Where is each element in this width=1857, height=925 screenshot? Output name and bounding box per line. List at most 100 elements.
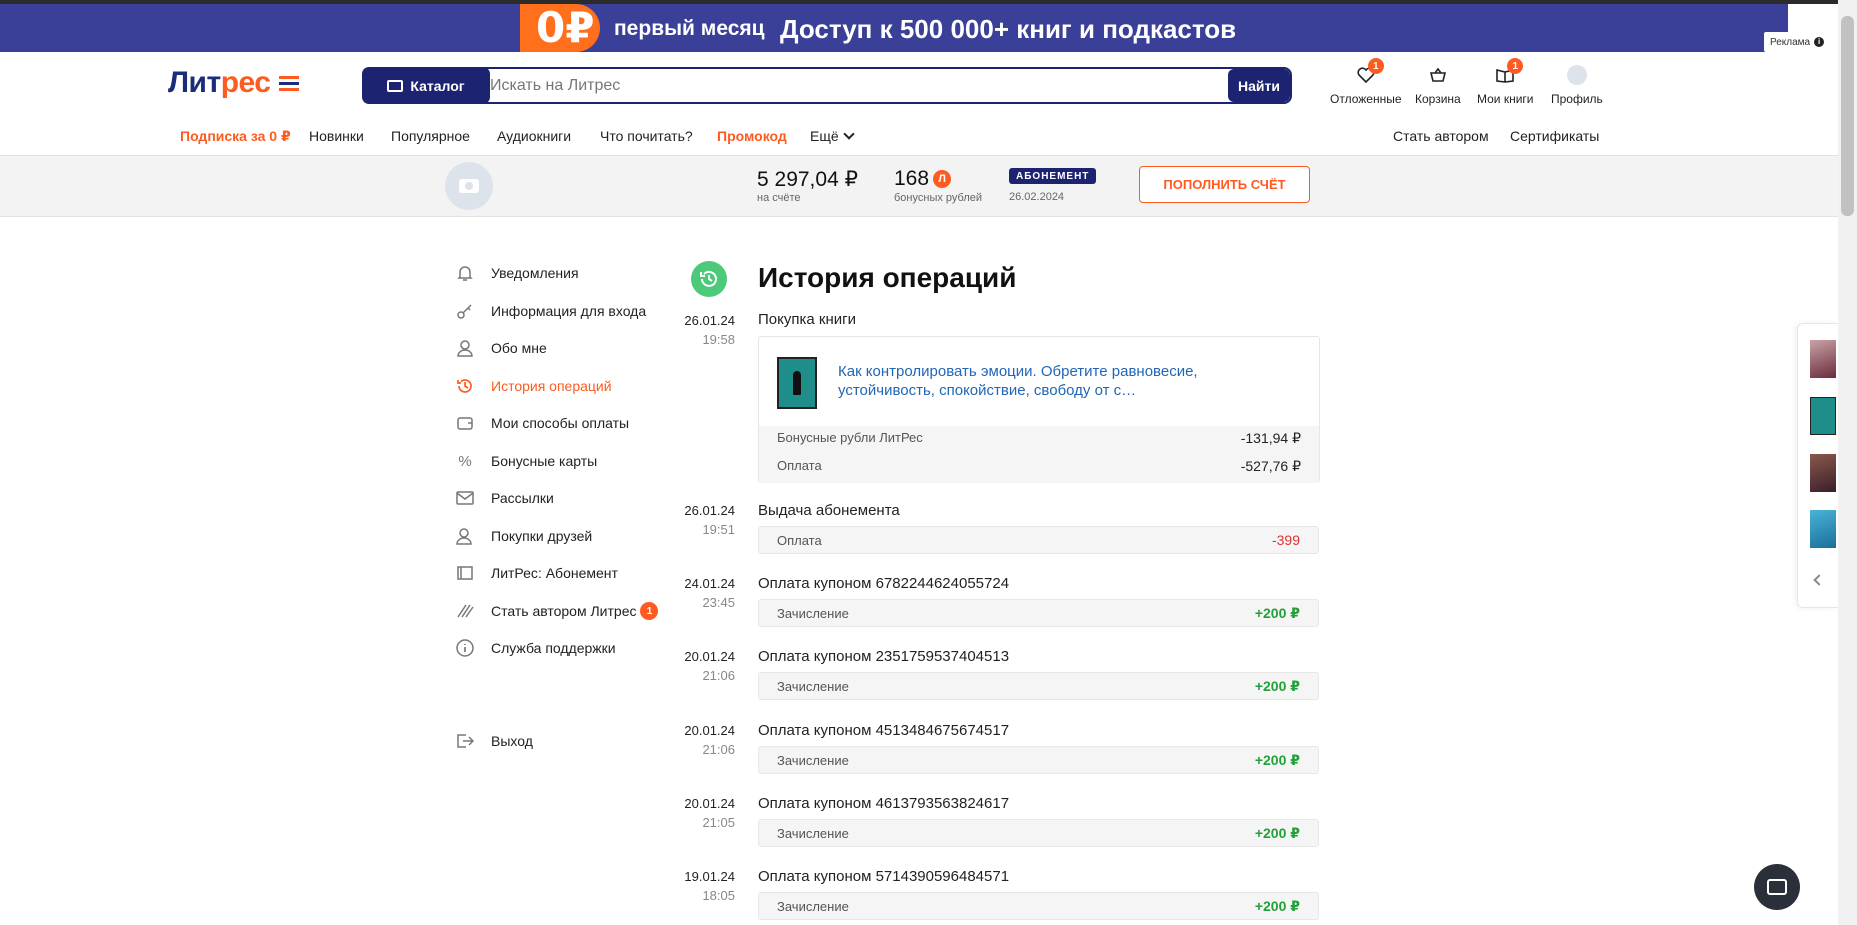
envelope-icon [455, 489, 475, 507]
catalog-button[interactable]: Каталог [362, 67, 490, 104]
logo-text-accent: рес [220, 66, 271, 99]
menu-item-support[interactable]: Служба поддержки [455, 637, 675, 659]
operation-row: Зачисление +200 ₽ [758, 819, 1319, 847]
nav-certificates[interactable]: Сертификаты [1510, 128, 1599, 144]
recent-book-thumb[interactable] [1810, 397, 1836, 435]
favorites-button[interactable]: 1 Отложенные [1330, 58, 1402, 106]
operation-row: Зачисление +200 ₽ [758, 892, 1319, 920]
history-icon [455, 377, 475, 395]
recent-book-thumb[interactable] [1810, 454, 1836, 492]
operation-title: Оплата купоном 4513484675674517 [758, 722, 1010, 739]
user-avatar[interactable] [445, 162, 493, 210]
book-title-link[interactable]: Как контролировать эмоции. Обретите равн… [838, 362, 1258, 400]
logout-icon [455, 732, 475, 750]
catalog-label: Каталог [410, 77, 465, 94]
favorites-badge: 1 [1367, 58, 1384, 74]
nav-more[interactable]: Ещё [810, 128, 853, 144]
nav-new[interactable]: Новинки [309, 128, 364, 144]
purchase-details: Бонусные рубли ЛитРес -131,94 ₽ Оплата -… [759, 426, 1319, 483]
heart-icon: 1 [1354, 58, 1384, 86]
nav-become-author[interactable]: Стать автором [1393, 128, 1489, 144]
nav-audiobooks[interactable]: Аудиокниги [497, 128, 571, 144]
ad-price: 0₽ [536, 4, 595, 52]
my-books-badge: 1 [1507, 58, 1524, 74]
my-books-button[interactable]: 1 Мои книги [1477, 58, 1534, 106]
book-cover[interactable] [777, 357, 817, 409]
bell-icon [455, 264, 475, 282]
ad-label[interactable]: Реклама i [1764, 32, 1831, 52]
logout-button[interactable]: Выход [455, 730, 675, 752]
top-up-button[interactable]: ПОПОЛНИТЬ СЧЁТ [1139, 166, 1310, 203]
ad-subtitle: первый месяц [614, 17, 765, 40]
menu-item-label: Стать автором Литрес [491, 603, 637, 619]
scrollbar-thumb[interactable] [1841, 16, 1854, 216]
subscription-badge[interactable]: АБОНЕМЕНТ [1009, 168, 1097, 184]
nav-subscription[interactable]: Подписка за 0 ₽ [180, 128, 291, 145]
bonus-ruble-icon: Л [933, 170, 952, 188]
nav-what-to-read[interactable]: Что почитать? [600, 128, 693, 144]
menu-item-mailings[interactable]: Рассылки [455, 487, 675, 509]
friends-icon [455, 527, 475, 545]
menu-item-history[interactable]: История операций [455, 375, 675, 397]
main-nav: Подписка за 0 ₽ Новинки Популярное Аудио… [0, 128, 1838, 152]
operation-date: 26.01.24 [684, 503, 735, 518]
book-icon: 1 [1493, 58, 1524, 86]
menu-item-subscription[interactable]: ЛитРес: Абонемент [455, 562, 675, 584]
recent-book-thumb[interactable] [1810, 510, 1836, 548]
operation-date: 24.01.24 [684, 576, 735, 591]
info-icon[interactable]: i [1814, 37, 1825, 47]
operation-row: Зачисление +200 ₽ [758, 599, 1319, 627]
cart-button[interactable]: Корзина [1415, 64, 1461, 106]
bonus-amount: 168 [894, 167, 930, 190]
operation-time: 21:06 [702, 668, 735, 683]
detail-label: Бонусные рубли ЛитРес [777, 430, 923, 445]
menu-item-become-author[interactable]: Стать автором Литрес 1 [455, 600, 675, 622]
menu-item-about-me[interactable]: Обо мне [455, 337, 675, 359]
operation-date: 26.01.24 [684, 313, 735, 328]
profile-button[interactable]: Профиль [1551, 64, 1603, 106]
menu-item-notifications[interactable]: Уведомления [455, 262, 675, 284]
operation-row: Зачисление +200 ₽ [758, 672, 1319, 700]
detail-label: Оплата [777, 458, 822, 473]
nav-promocode[interactable]: Промокод [717, 128, 787, 144]
site-logo[interactable]: Лит рес [168, 66, 299, 100]
wallet-icon [455, 414, 475, 432]
balance-label: на счёте [757, 192, 801, 204]
row-amount: +200 ₽ [1254, 751, 1300, 768]
operation-time: 23:45 [702, 595, 735, 610]
chevron-left-icon[interactable] [1813, 574, 1825, 586]
ad-headline: Доступ к 500 000+ книг и подкастов [780, 14, 1237, 44]
bonus-label: бонусных рублей [894, 192, 983, 204]
row-amount: +200 ₽ [1254, 677, 1300, 694]
user-icon [455, 339, 475, 357]
operation-title: Покупка книги [758, 311, 856, 328]
row-label: Зачисление [777, 898, 849, 914]
operation-title: Оплата купоном 4613793563824617 [758, 795, 1010, 812]
become-author-badge: 1 [640, 602, 659, 620]
operation-date: 20.01.24 [684, 649, 735, 664]
balance-value: 5 297,04 ₽ [757, 168, 858, 191]
page-title: История операций [758, 262, 1017, 293]
operation-title: Выдача абонемента [758, 502, 900, 519]
search-button[interactable]: Найти [1228, 69, 1290, 102]
nav-popular[interactable]: Популярное [391, 128, 470, 144]
row-label: Зачисление [777, 605, 849, 621]
catalog-icon [387, 79, 404, 92]
menu-item-login-info[interactable]: Информация для входа [455, 300, 675, 322]
basket-icon [1426, 64, 1450, 86]
help-chat-button[interactable] [1754, 864, 1800, 910]
recent-book-thumb[interactable] [1810, 340, 1836, 378]
quill-icon [455, 602, 475, 620]
menu-item-bonus-cards[interactable]: % Бонусные карты [455, 450, 675, 472]
ad-banner[interactable]: 0₽ первый месяц Доступ к 500 000+ книг и… [0, 4, 1788, 52]
operation-date: 19.01.24 [684, 869, 735, 884]
row-amount: +200 ₽ [1254, 604, 1300, 621]
ad-label-text: Реклама [1770, 36, 1811, 48]
info-circle-icon [455, 639, 475, 657]
menu-item-payment-methods[interactable]: Мои способы оплаты [455, 412, 675, 434]
chat-icon [1767, 879, 1787, 895]
menu-item-label: Бонусные карты [491, 453, 598, 469]
search-input[interactable] [474, 76, 1228, 95]
menu-item-friends-purchases[interactable]: Покупки друзей [455, 525, 675, 547]
operation-date: 20.01.24 [684, 723, 735, 738]
